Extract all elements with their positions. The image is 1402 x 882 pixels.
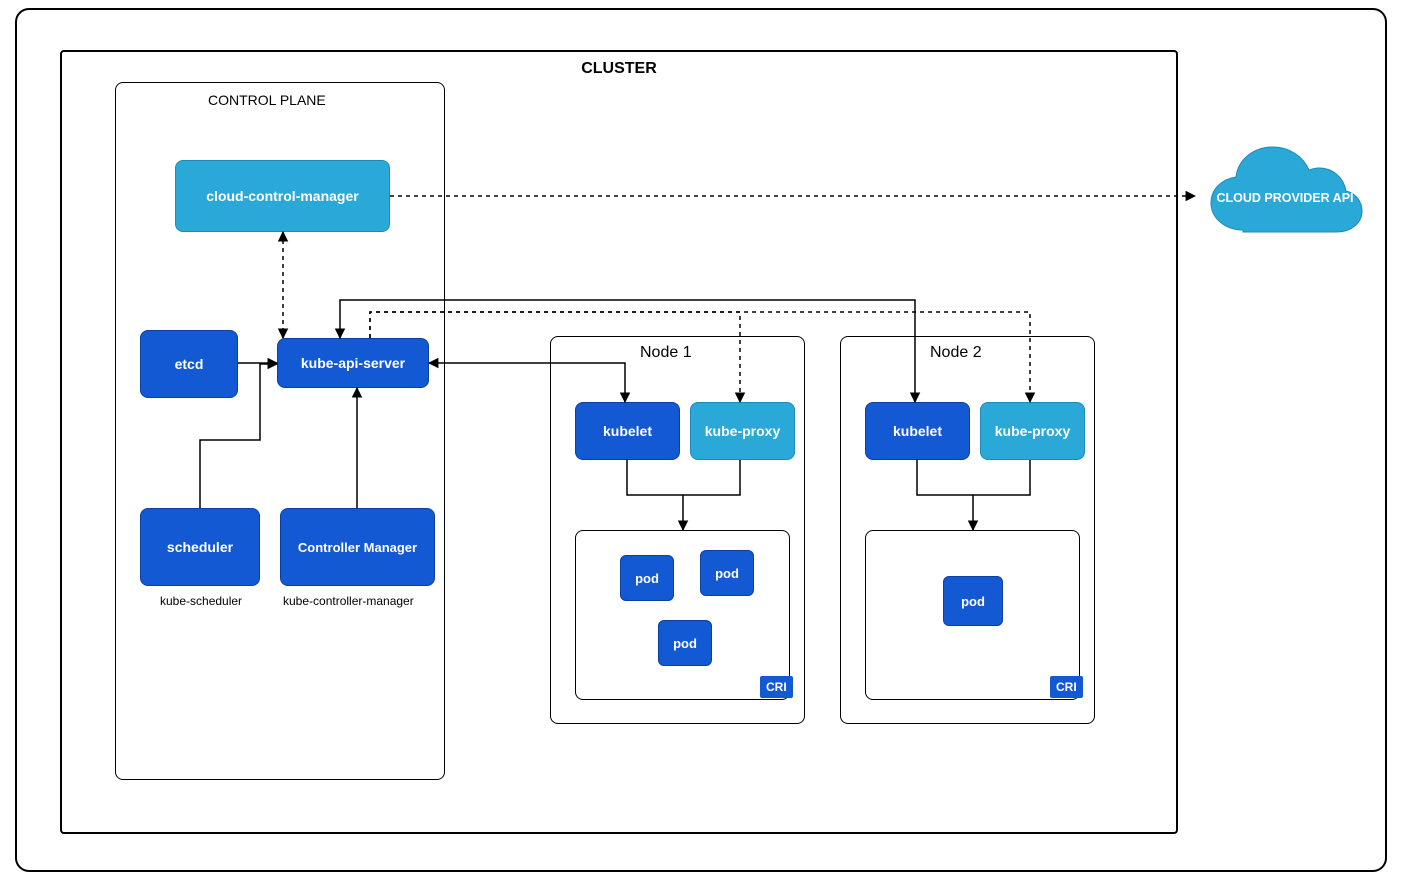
node-2-pod-1: pod: [943, 576, 1003, 626]
node-1-cri-label: CRI: [760, 676, 793, 698]
node-2-cri-label: CRI: [1050, 676, 1083, 698]
node-1-pod-3: pod: [658, 620, 712, 666]
cluster-title: CLUSTER: [60, 60, 1178, 78]
node-1-kubelet: kubelet: [575, 402, 680, 460]
node-1-cri-box: [575, 530, 790, 700]
scheduler: scheduler: [140, 508, 260, 586]
controller-manager: Controller Manager: [280, 508, 435, 586]
node-2-kube-proxy: kube-proxy: [980, 402, 1085, 460]
node-1-pod-2: pod: [700, 550, 754, 596]
kube-api-server: kube-api-server: [277, 338, 429, 388]
node-1-kube-proxy: kube-proxy: [690, 402, 795, 460]
cloud-provider-api-label: CLOUD PROVIDER API: [1205, 190, 1365, 206]
node-1-title: Node 1: [640, 344, 692, 362]
cloud-control-manager: cloud-control-manager: [175, 160, 390, 232]
node-2-kubelet: kubelet: [865, 402, 970, 460]
node-2-title: Node 2: [930, 344, 982, 362]
control-plane-label: CONTROL PLANE: [208, 92, 326, 108]
node-1-pod-1: pod: [620, 555, 674, 601]
cloud-provider-api: CLOUD PROVIDER API: [1195, 138, 1375, 258]
etcd: etcd: [140, 330, 238, 398]
controller-manager-caption: kube-controller-manager: [283, 594, 414, 608]
scheduler-caption: kube-scheduler: [160, 594, 242, 608]
